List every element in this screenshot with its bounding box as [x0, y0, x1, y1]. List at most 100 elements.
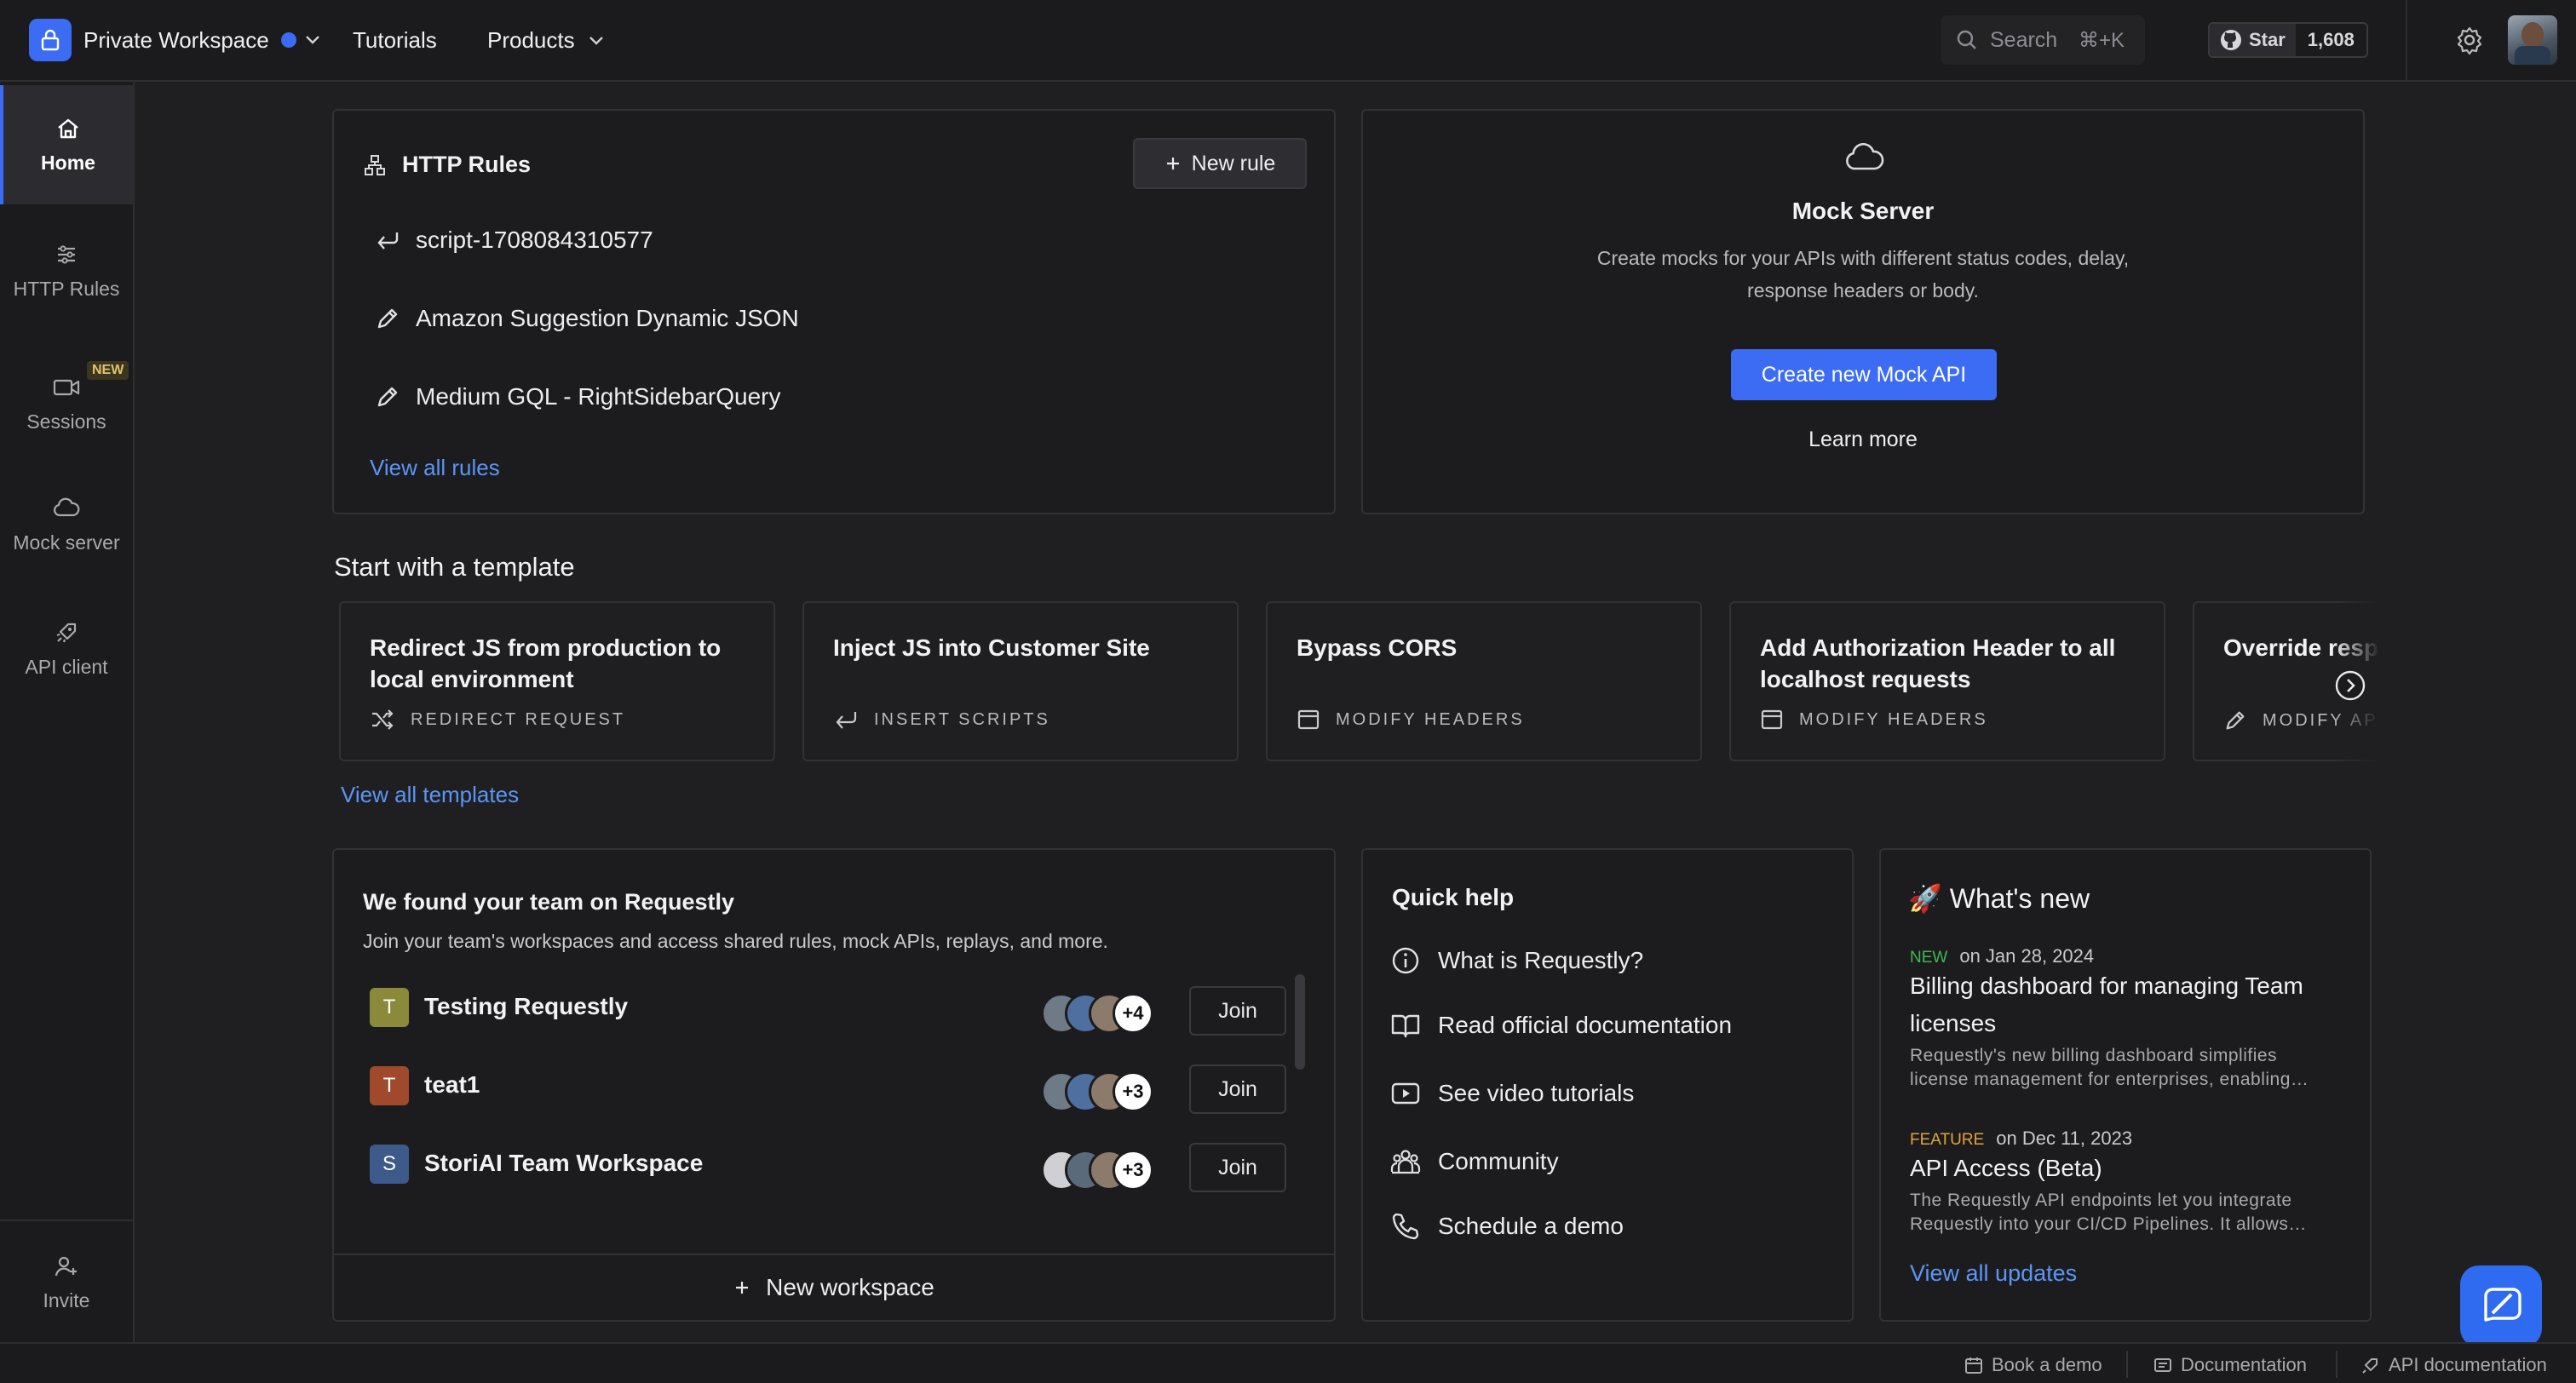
sidebar-divider: [0, 1219, 133, 1221]
sidebar-item-http-rules[interactable]: HTTP Rules: [0, 211, 133, 330]
new-rule-label: New rule: [1191, 151, 1276, 175]
templates-carousel: Redirect JS from production to local env…: [339, 596, 2380, 766]
http-rules-card: HTTP Rules New rule script-1708084310577…: [332, 109, 1336, 514]
cloud-icon: [1846, 143, 1884, 170]
create-mock-api-label: Create new Mock API: [1761, 362, 1967, 387]
quick-help-label: Community: [1438, 1148, 1559, 1174]
documentation-link[interactable]: Documentation: [2153, 1354, 2307, 1376]
sidebar: Home HTTP Rules Sessions NEW Mock server…: [0, 82, 135, 1342]
rule-name: Amazon Suggestion Dynamic JSON: [416, 305, 799, 331]
rule-item[interactable]: Medium GQL - RightSidebarQuery: [375, 383, 780, 410]
search-shortcut: ⌘+K: [2078, 28, 2125, 52]
search-icon: [1957, 30, 1976, 49]
learn-more-link[interactable]: Learn more: [1363, 428, 2363, 452]
rule-name: script-1708084310577: [416, 227, 653, 253]
github-star-button[interactable]: Star 1,608: [2208, 22, 2368, 58]
chat-widget-button[interactable]: [2460, 1265, 2542, 1347]
chevron-right-circle-icon[interactable]: [2334, 669, 2366, 702]
search-input[interactable]: Search ⌘+K: [1941, 15, 2145, 65]
template-tag: MODIFY HEADERS: [1799, 709, 1988, 729]
template-tag: MODIFY HEADERS: [1336, 709, 1525, 729]
footer-label: Book a demo: [1992, 1354, 2102, 1375]
update-description: The Requestly API endpoints let you inte…: [1910, 1191, 2292, 1210]
quick-help-label: Schedule a demo: [1438, 1213, 1624, 1239]
nav-tutorials[interactable]: Tutorials: [353, 27, 437, 54]
update-date: on Dec 11, 2023: [1996, 1128, 2133, 1149]
mock-server-card: Mock Server Create mocks for your APIs w…: [1361, 109, 2365, 514]
template-title: Redirect JS from production to local env…: [370, 634, 722, 692]
quick-help-item[interactable]: What is Requestly?: [1390, 945, 1643, 976]
http-rules-title: HTTP Rules: [402, 152, 532, 177]
team-card-divider: [334, 1254, 1334, 1255]
book-demo-link[interactable]: Book a demo: [1964, 1354, 2102, 1376]
workspace-name: Testing Requestly: [424, 993, 629, 1019]
update-date: on Jan 28, 2024: [1959, 945, 2095, 967]
member-extra-count: +3: [1113, 1071, 1153, 1112]
pencil-icon: [2226, 711, 2245, 730]
view-all-updates-link[interactable]: View all updates: [1910, 1260, 2077, 1287]
quick-help-label: See video tutorials: [1438, 1080, 1635, 1106]
rule-item[interactable]: script-1708084310577: [375, 227, 653, 254]
book-icon: [1391, 1014, 1420, 1038]
quick-help-item[interactable]: See video tutorials: [1390, 1078, 1634, 1109]
new-workspace-label: New workspace: [766, 1274, 934, 1300]
sidebar-item-mock-server[interactable]: Mock server: [0, 465, 133, 584]
create-mock-api-button[interactable]: Create new Mock API: [1731, 349, 1997, 400]
template-card[interactable]: Add Authorization Header to all localhos…: [1729, 601, 2165, 761]
github-star-count: 1,608: [2307, 29, 2355, 50]
video-icon: [53, 379, 80, 395]
view-all-rules-link[interactable]: View all rules: [370, 455, 500, 481]
template-tag: INSERT SCRIPTS: [874, 709, 1050, 729]
sidebar-item-api-client[interactable]: API client: [0, 589, 133, 709]
mock-server-description: Create mocks for your APIs with differen…: [1596, 247, 2130, 269]
template-card[interactable]: Inject JS into Customer Site INSERT SCRI…: [802, 601, 1239, 761]
quick-help-item[interactable]: Read official documentation: [1390, 1010, 1732, 1041]
update-headline[interactable]: licenses: [1910, 1010, 1996, 1037]
update-tag: FEATURE: [1910, 1131, 1985, 1149]
update-meta: NEW on Jan 28, 2024: [1910, 945, 2094, 967]
template-title: Add Authorization Header to all localhos…: [1760, 634, 2116, 692]
footer-label: API documentation: [2389, 1354, 2547, 1375]
join-button[interactable]: Join: [1189, 1143, 1286, 1192]
view-all-templates-link[interactable]: View all templates: [341, 782, 519, 808]
update-headline[interactable]: Billing dashboard for managing Team: [1910, 973, 2303, 1000]
search-placeholder: Search: [1990, 27, 2058, 52]
invite-button[interactable]: Invite: [0, 1223, 133, 1342]
template-title: Inject JS into Customer Site: [833, 634, 1150, 661]
api-icon: [2362, 1358, 2378, 1374]
plus-icon: [736, 1282, 749, 1294]
headers-icon: [1297, 709, 1320, 730]
quick-help-item[interactable]: Schedule a demo: [1390, 1211, 1624, 1242]
join-button[interactable]: Join: [1189, 1065, 1286, 1114]
chevron-down-icon: [589, 36, 603, 45]
quick-help-item[interactable]: Community: [1390, 1146, 1559, 1177]
new-rule-button[interactable]: New rule: [1133, 138, 1307, 189]
sidebar-item-sessions[interactable]: Sessions NEW: [0, 344, 133, 463]
sidebar-item-label: Mock server: [13, 531, 120, 554]
workspace-initial: S: [370, 1145, 409, 1184]
phone-icon: [1392, 1213, 1419, 1240]
workspace-switcher[interactable]: Private Workspace: [29, 19, 320, 61]
chevron-down-icon: [305, 36, 319, 44]
new-workspace-button[interactable]: New workspace: [334, 1274, 1334, 1301]
avatar[interactable]: [2508, 15, 2557, 65]
update-description: license management for enterprises, enab…: [1910, 1070, 2309, 1089]
quick-help-label: Read official documentation: [1438, 1012, 1733, 1038]
gear-icon[interactable]: [2455, 26, 2484, 55]
update-headline[interactable]: API Access (Beta): [1910, 1155, 2102, 1182]
lock-icon: [29, 19, 72, 61]
template-title: Bypass CORS: [1297, 634, 1458, 661]
team-list-scrollbar[interactable]: [1295, 974, 1305, 1070]
mock-server-description: response headers or body.: [1747, 279, 1979, 301]
join-button[interactable]: Join: [1189, 986, 1286, 1036]
template-card[interactable]: Bypass CORS MODIFY HEADERS: [1266, 601, 1702, 761]
api-documentation-link[interactable]: API documentation: [2361, 1354, 2547, 1376]
docs-icon: [2154, 1358, 2171, 1372]
sidebar-item-home[interactable]: Home: [0, 85, 133, 204]
team-card: We found your team on Requestly Join you…: [332, 848, 1336, 1322]
template-card[interactable]: Redirect JS from production to local env…: [339, 601, 775, 761]
member-extra-count: +3: [1113, 1150, 1153, 1191]
rocket-icon: [56, 623, 77, 642]
rule-item[interactable]: Amazon Suggestion Dynamic JSON: [375, 305, 799, 332]
nav-products[interactable]: Products: [487, 27, 604, 54]
